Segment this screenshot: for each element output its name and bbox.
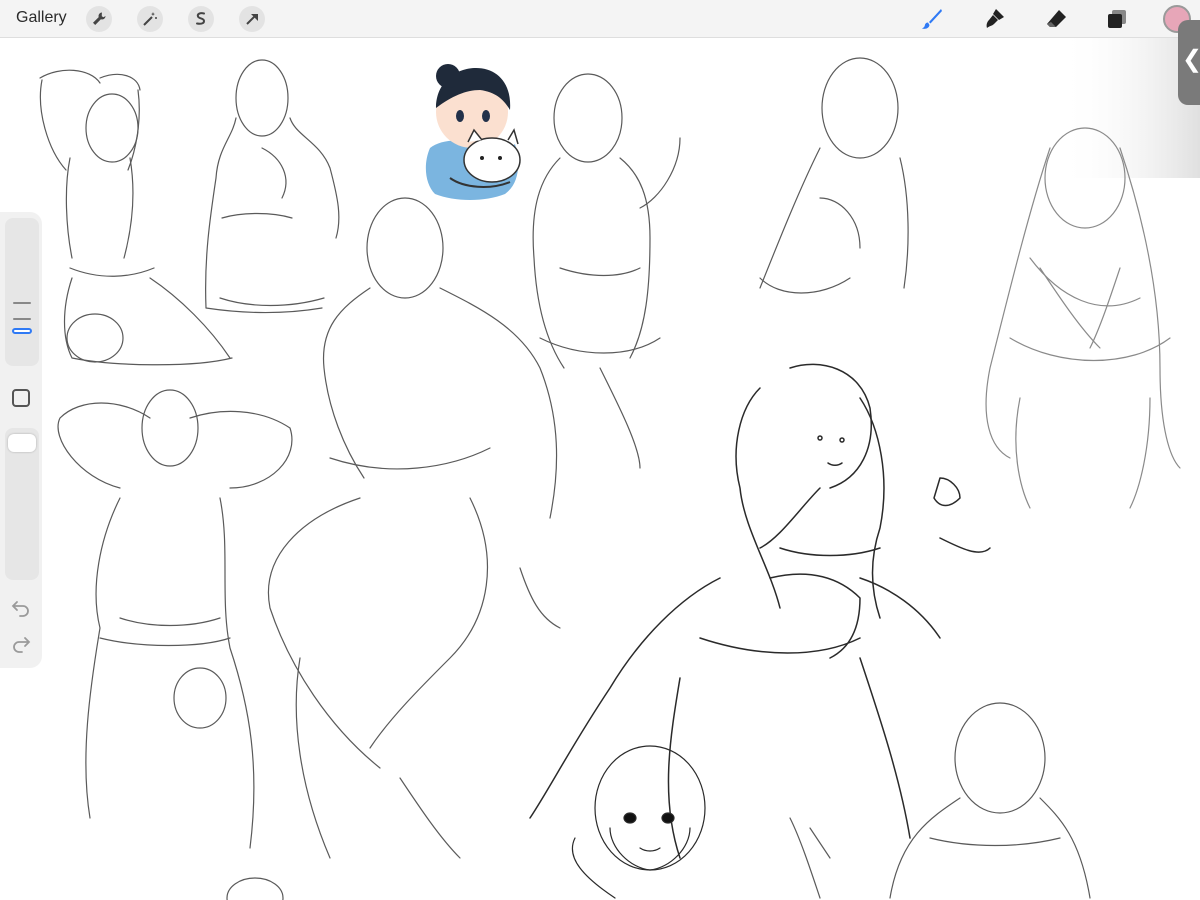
layers-icon: [1108, 10, 1126, 28]
magic-wand-icon: [143, 12, 157, 26]
size-slider-handle[interactable]: [12, 328, 32, 334]
sketch-partial-head: [226, 877, 284, 900]
smudge-icon: [986, 9, 1004, 28]
selection-icon: [196, 12, 206, 25]
selection-button[interactable]: [188, 6, 214, 32]
side-panel-handle[interactable]: ❮: [1178, 20, 1200, 105]
top-toolbar: Gallery: [0, 0, 1200, 38]
sketch-figure-hand-chest: [205, 59, 340, 314]
eraser-icon: [1047, 10, 1066, 27]
opacity-slider-handle[interactable]: [8, 434, 36, 452]
size-tick: [13, 318, 31, 320]
brush-opacity-slider[interactable]: [5, 428, 39, 580]
actions-button[interactable]: [86, 6, 112, 32]
size-tick: [13, 302, 31, 304]
sketch-head-chin-rest: [571, 745, 706, 899]
sketch-figure-lunge: [268, 197, 561, 859]
wrench-icon: [93, 12, 106, 25]
drawing-canvas[interactable]: [0, 38, 1200, 900]
sketch-figure-turned: [759, 57, 909, 294]
transform-arrow-icon: [246, 14, 258, 25]
sketch-figure-back: [789, 702, 1091, 899]
sketch-figure-kneeling: [532, 73, 681, 469]
redo-icon[interactable]: [10, 632, 32, 654]
brush-icon: [922, 9, 942, 29]
eraser-button[interactable]: [1042, 5, 1070, 33]
sketch-figure-long-hair: [985, 127, 1181, 509]
brush-button[interactable]: [918, 5, 946, 33]
layers-button[interactable]: [1103, 5, 1131, 33]
gallery-button[interactable]: Gallery: [16, 9, 67, 27]
smudge-button[interactable]: [980, 5, 1008, 33]
undo-icon[interactable]: [10, 596, 32, 618]
chevron-left-icon: ❮: [1182, 48, 1200, 72]
transform-button[interactable]: [239, 6, 265, 32]
sketch-figure-arms-up: [39, 69, 233, 366]
adjustments-button[interactable]: [137, 6, 163, 32]
modify-square-button[interactable]: [12, 389, 30, 407]
left-sidebar: [0, 212, 42, 668]
sketch-figure-arms-behind-head: [57, 389, 293, 849]
chibi-character-sticker: [425, 64, 521, 200]
brush-size-slider[interactable]: [5, 218, 39, 366]
